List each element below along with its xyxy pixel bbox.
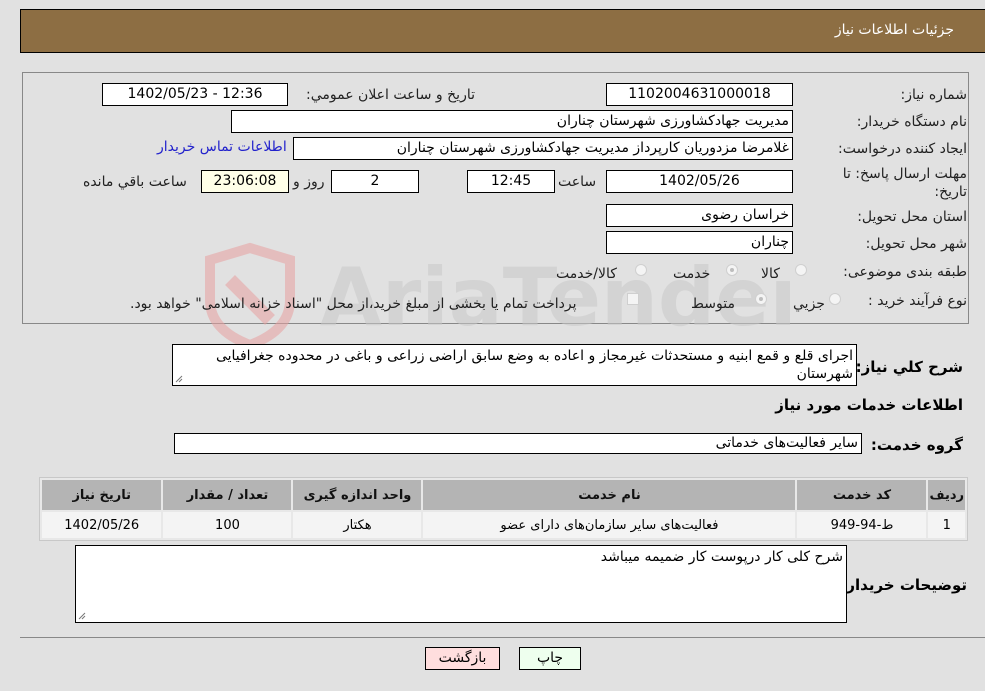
col-header-unit: واحد اندازه گیری — [293, 480, 422, 510]
description-textarea[interactable]: اجرای قلع و قمع ابنیه و مستحدثات غیرمجاز… — [172, 344, 857, 386]
category-label: طبقه بندی موضوعی: — [843, 264, 967, 280]
category-radio-service[interactable] — [726, 264, 738, 276]
city-field: چناران — [606, 231, 793, 254]
buyer-contact-link[interactable]: اطلاعات تماس خریدار — [157, 139, 287, 155]
days-label: روز و — [293, 174, 325, 190]
category-radio-goods-service[interactable] — [635, 264, 647, 276]
col-header-quantity: تعداد / مقدار — [163, 480, 292, 510]
treasury-checkbox[interactable] — [627, 293, 639, 305]
buyer-notes-textarea[interactable]: شرح کلی کار درپوست کار ضمیمه میباشد — [75, 545, 847, 623]
province-label: استان محل تحویل: — [857, 209, 967, 225]
cell-unit: هکتار — [293, 512, 422, 538]
category-option-goods-service: کالا/خدمت — [556, 266, 617, 282]
service-group-label: گروه خدمت: — [870, 436, 963, 454]
deadline-label: مهلت ارسال پاسخ: تا تاریخ: — [842, 166, 967, 200]
buyer-notes-label: توضیحات خریدار: — [840, 576, 967, 594]
page-title: جزئیات اطلاعات نیاز — [834, 22, 954, 38]
cell-quantity: 100 — [163, 512, 292, 538]
service-group-field: سایر فعالیت‌های خدماتی — [174, 433, 862, 454]
time-remaining-label: ساعت باقي مانده — [83, 174, 187, 190]
requester-field: غلامرضا مزدوریان کارپرداز مدیریت جهادکشا… — [293, 137, 793, 160]
purchase-type-option-medium: متوسط — [691, 296, 735, 312]
page-header: جزئیات اطلاعات نیاز — [20, 9, 985, 53]
deadline-date-field: 1402/05/26 — [606, 170, 793, 193]
category-option-service: خدمت — [673, 266, 711, 282]
announce-datetime-label: تاریخ و ساعت اعلان عمومي: — [306, 87, 475, 103]
city-label: شهر محل تحویل: — [865, 236, 967, 252]
buyer-org-field: مدیریت جهادکشاورزی شهرستان چناران — [231, 110, 793, 133]
buyer-org-label: نام دستگاه خریدار: — [856, 114, 967, 130]
requester-label: ایجاد کننده درخواست: — [838, 141, 967, 157]
col-header-need-date: تاریخ نیاز — [42, 480, 162, 510]
cell-row-number: 1 — [928, 512, 965, 538]
col-header-service-name: نام خدمت — [423, 480, 796, 510]
category-radio-goods[interactable] — [795, 264, 807, 276]
buyer-notes-text: شرح کلی کار درپوست کار ضمیمه میباشد — [600, 549, 843, 565]
time-remaining-field: 23:06:08 — [201, 170, 289, 193]
purchase-type-option-minor: جزیي — [793, 296, 825, 312]
deadline-time-field: 12:45 — [467, 170, 555, 193]
cell-service-code: ط-94-949 — [797, 512, 927, 538]
resize-grip-icon[interactable] — [175, 375, 183, 383]
col-header-service-code: کد خدمت — [797, 480, 927, 510]
category-option-goods: کالا — [761, 266, 780, 282]
footer-divider — [20, 637, 985, 638]
province-field: خراسان رضوی — [606, 204, 793, 227]
purchase-type-label: نوع فرآیند خرید : — [868, 293, 967, 309]
col-header-row-number: ردیف — [928, 480, 965, 510]
need-number-field: 1102004631000018 — [606, 83, 793, 106]
resize-grip-icon[interactable] — [78, 612, 86, 620]
print-button[interactable]: چاپ — [519, 647, 581, 670]
services-table: ردیف کد خدمت نام خدمت واحد اندازه گیری ت… — [39, 477, 968, 541]
services-section-title: اطلاعات خدمات مورد نیاز — [775, 396, 963, 414]
cell-service-name: فعالیت‌های سایر سازمان‌های دارای عضو — [423, 512, 796, 538]
table-row: 1 ط-94-949 فعالیت‌های سایر سازمان‌های دا… — [42, 512, 965, 538]
description-label: شرح کلي نیاز: — [855, 358, 963, 376]
description-text: اجرای قلع و قمع ابنیه و مستحدثات غیرمجاز… — [215, 348, 853, 382]
back-button[interactable]: بازگشت — [425, 647, 500, 670]
days-remaining-field: 2 — [331, 170, 419, 193]
table-header-row: ردیف کد خدمت نام خدمت واحد اندازه گیری ت… — [42, 480, 965, 510]
announce-datetime-field: 1402/05/23 - 12:36 — [102, 83, 288, 106]
deadline-time-label: ساعت — [558, 174, 597, 190]
treasury-note: پرداخت تمام یا بخشی از مبلغ خرید،از محل … — [130, 296, 577, 312]
need-number-label: شماره نیاز: — [900, 87, 968, 103]
purchase-type-radio-medium[interactable] — [755, 293, 767, 305]
purchase-type-radio-minor[interactable] — [829, 293, 841, 305]
cell-need-date: 1402/05/26 — [42, 512, 162, 538]
